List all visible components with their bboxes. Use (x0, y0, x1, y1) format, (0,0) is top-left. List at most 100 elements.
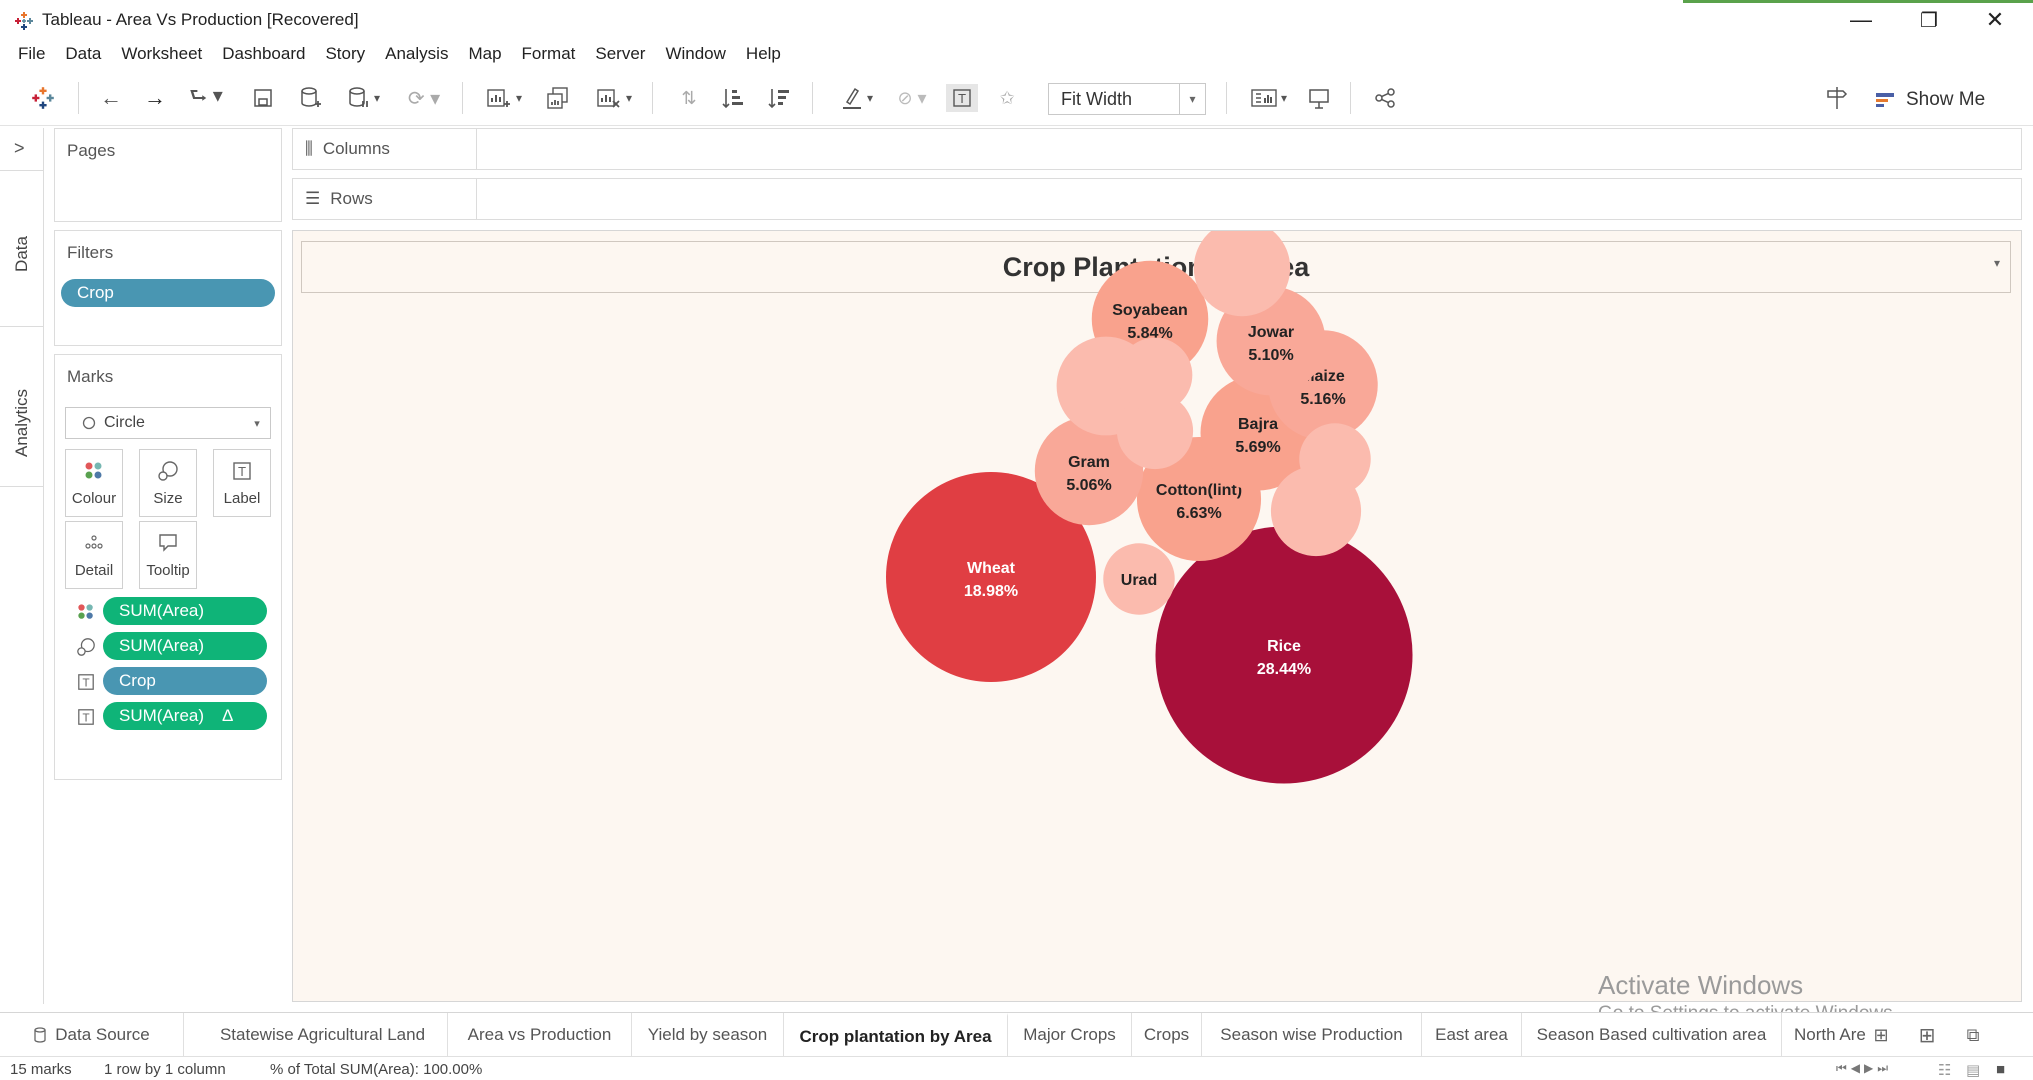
sort-descending-button[interactable] (764, 84, 794, 112)
swap-rows-columns-button[interactable]: ⇅ (676, 84, 702, 112)
size-button[interactable]: Size (139, 449, 197, 517)
tab-crop-plantation-by-area[interactable]: Crop plantation by Area (784, 1013, 1008, 1057)
show-cards-button[interactable]: ▾ (1244, 84, 1294, 112)
tab-data-source[interactable]: Data Source (0, 1013, 184, 1057)
detail-button[interactable]: Detail (65, 521, 123, 589)
menu-server[interactable]: Server (595, 44, 645, 64)
circle-icon (82, 416, 96, 430)
columns-shelf-label: ⫼ Columns (293, 129, 477, 169)
menu-help[interactable]: Help (746, 44, 781, 64)
pause-updates-button[interactable]: ▾ (340, 84, 388, 112)
tooltip-button[interactable]: Tooltip (139, 521, 197, 589)
worksheet-view[interactable]: Crop Plantation by Area ▾ Rice28.44%Whea… (292, 230, 2022, 1002)
start-page-button[interactable] (28, 84, 58, 112)
mark-type-value: Circle (104, 414, 145, 431)
show-me-label: Show Me (1906, 89, 1986, 110)
size-label: Size (153, 490, 183, 507)
label-button[interactable]: T Label (213, 449, 271, 517)
bubble-unlabeled-5[interactable] (1117, 337, 1193, 413)
restore-icon: ❐ (1920, 9, 1938, 32)
tabs-view-icon[interactable]: ■ (1996, 1061, 2005, 1078)
tab-area-vs-production[interactable]: Area vs Production (448, 1013, 632, 1057)
show-me-icon (1876, 93, 1894, 107)
new-worksheet-tab-button[interactable]: ⊞ (1866, 1021, 1896, 1049)
cards-icon (1251, 89, 1277, 107)
toolbar-separator (812, 82, 813, 114)
tab-statewise-agricultural-land[interactable]: Statewise Agricultural Land (198, 1013, 448, 1057)
filters-title: Filters (67, 243, 114, 262)
redo-button[interactable]: → (140, 84, 170, 112)
new-worksheet-button[interactable]: ▾ (478, 84, 530, 112)
marks-pill-label-area[interactable]: SUM(Area) Δ (103, 702, 267, 730)
new-story-tab-button[interactable]: ⧉ (1958, 1021, 1988, 1049)
fit-value: Fit Width (1061, 88, 1133, 109)
undo-button[interactable]: ← (96, 84, 126, 112)
columns-icon: ⫼ (305, 139, 313, 158)
menu-worksheet[interactable]: Worksheet (121, 44, 202, 64)
filmstrip-icon[interactable]: ▤ (1966, 1061, 1980, 1079)
menu-file[interactable]: File (18, 44, 45, 64)
marks-pill-label-crop[interactable]: Crop (103, 667, 267, 695)
tooltip-guide-button[interactable] (1822, 84, 1852, 112)
duplicate-sheet-button[interactable] (542, 84, 574, 112)
group-members-button[interactable]: ⊘ ▾ (890, 84, 934, 112)
show-mark-labels-button[interactable]: T (946, 84, 978, 112)
new-data-source-button[interactable] (296, 84, 326, 112)
fix-axes-button[interactable]: ✩ (994, 84, 1020, 112)
rows-shelf[interactable]: ☰ Rows (292, 178, 2022, 220)
highlight-button[interactable]: ▾ (834, 84, 880, 112)
marks-pill-colour[interactable]: SUM(Area) (103, 597, 267, 625)
tableau-start-icon (32, 87, 54, 109)
mark-type-dropdown[interactable]: Circle ▾ (65, 407, 271, 439)
sort-ascending-button[interactable] (718, 84, 748, 112)
restore-button[interactable]: ❐ (1904, 4, 1954, 36)
tab-season-wise-production[interactable]: Season wise Production (1202, 1013, 1422, 1057)
menu-window[interactable]: Window (665, 44, 725, 64)
minimize-button[interactable]: — (1836, 4, 1886, 36)
new-dashboard-tab-button[interactable]: ⊞ (1912, 1021, 1942, 1049)
filters-card[interactable]: Filters Crop (54, 230, 282, 346)
close-button[interactable]: ✕ (1970, 4, 2020, 36)
menu-story[interactable]: Story (325, 44, 365, 64)
tooltip-icon (157, 528, 179, 558)
tab-crops[interactable]: Crops (1132, 1013, 1202, 1057)
refresh-button[interactable]: ⟳ ▾ (398, 84, 450, 112)
marks-pill-size[interactable]: SUM(Area) (103, 632, 267, 660)
tab-north-area[interactable]: North Are (1782, 1013, 1876, 1057)
clear-sheet-button[interactable]: ▾ (588, 84, 640, 112)
tab-season-based-cultivation-area[interactable]: Season Based cultivation area (1522, 1013, 1782, 1057)
menu-analysis[interactable]: Analysis (385, 44, 448, 64)
menu-map[interactable]: Map (468, 44, 501, 64)
colour-button[interactable]: Colour (65, 449, 123, 517)
database-icon (34, 1027, 46, 1043)
presentation-mode-button[interactable] (1304, 84, 1334, 112)
filter-pill-crop[interactable]: Crop (61, 279, 275, 307)
sheet-nav-icon[interactable]: ⏮◀▶⏭ (1836, 1061, 1892, 1076)
bubble-chart: Rice 28.44% Wheat 18.98% Cotton(lint) 6.63% So… (886, 231, 1413, 784)
tab-major-crops[interactable]: Major Crops (1008, 1013, 1132, 1057)
menu-dashboard[interactable]: Dashboard (222, 44, 305, 64)
columns-shelf[interactable]: ⫼ Columns (292, 128, 2022, 170)
tab-yield-by-season[interactable]: Yield by season (632, 1013, 784, 1057)
pages-card[interactable]: Pages (54, 128, 282, 222)
pin-icon: ✩ (999, 87, 1015, 108)
replay-button[interactable]: ⮑ ▾ (184, 84, 228, 112)
tab-analytics[interactable]: Analytics (4, 348, 40, 498)
menu-format[interactable]: Format (522, 44, 576, 64)
save-button[interactable] (250, 84, 276, 112)
sheet-tab-label: Statewise Agricultural Land (219, 1025, 426, 1044)
bubble-unlabeled-6[interactable] (1299, 423, 1371, 495)
fit-dropdown[interactable]: Fit Width ▾ (1048, 83, 1206, 115)
bubble-label: Urad (1121, 572, 1157, 589)
sheet-sorter-icon[interactable]: ☷ (1938, 1061, 1951, 1079)
show-me-button[interactable]: Show Me (1876, 86, 1985, 114)
marks-card: Marks Circle ▾ Colour Size T Label Detai… (54, 354, 282, 780)
chevron-right-icon[interactable]: > (14, 138, 25, 159)
activation-line-1: Activate Windows (1598, 970, 1804, 1000)
menu-data[interactable]: Data (65, 44, 101, 64)
title-accent (1683, 0, 2033, 3)
tab-data[interactable]: Data (4, 204, 40, 304)
tab-east-area[interactable]: East area (1422, 1013, 1522, 1057)
bubble-rice[interactable] (1155, 526, 1413, 784)
share-button[interactable] (1370, 84, 1400, 112)
